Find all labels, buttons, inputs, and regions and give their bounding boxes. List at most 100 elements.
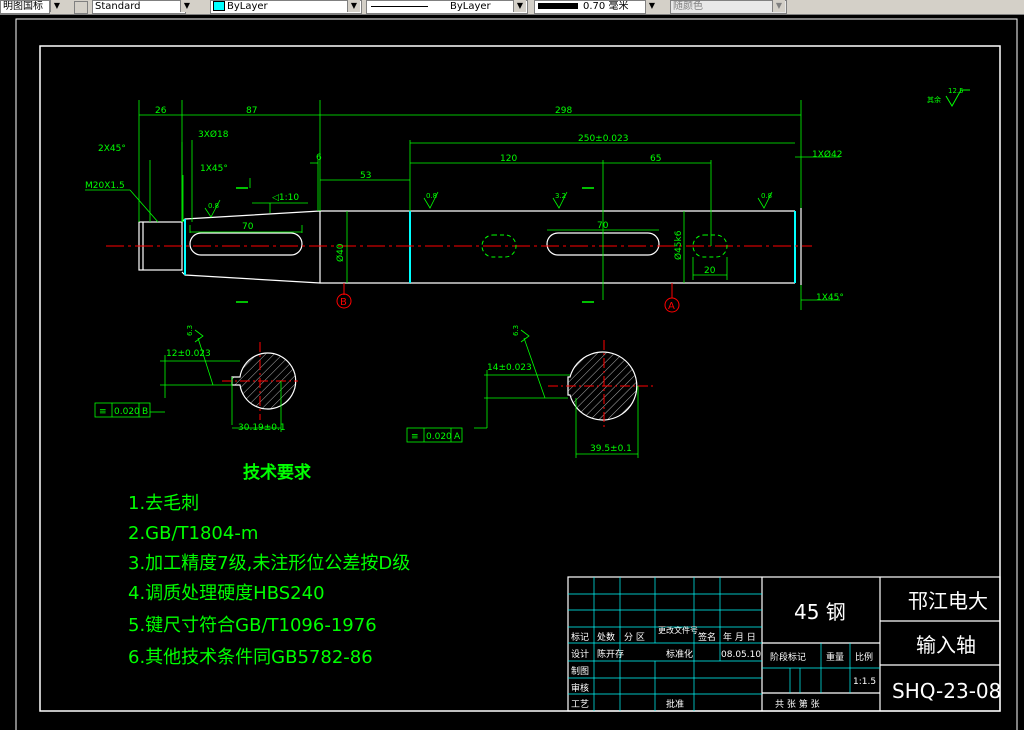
roughness-symbols	[194, 191, 773, 343]
dim-250: 250±0.023	[578, 134, 628, 144]
dim-chamfer-1x45-left: 1X45°	[200, 164, 228, 174]
properties-toolbar: 明图国标 ▼ Standard ▼ ByLayer ▼ ByLayer ▼ 0.…	[0, 0, 1024, 15]
dim-chamfer-1x45-right: 1X45°	[816, 293, 844, 303]
global-roughness: 其余 12.5	[927, 87, 970, 107]
dim-key-right-w: 14±0.023	[487, 363, 532, 373]
chevron-down-icon[interactable]: ▼	[347, 0, 360, 12]
section-view-a: 14±0.023 39.5±0.1 ≡ 0.020 A	[406, 337, 655, 458]
dim-6: 6	[316, 153, 322, 163]
tb-header: 标记	[571, 631, 589, 643]
drawing-canvas[interactable]: 其余 12.5 26 87 298 250±0.023 120 65 53 6 …	[0, 14, 1024, 730]
symmetry-icon: ≡	[99, 407, 107, 417]
dim-groove: 3XØ18	[198, 129, 229, 140]
roughness-global-value: 12.5	[948, 87, 964, 95]
tb-designer: 陈开存	[597, 648, 624, 660]
plotstyle-value: 随颜色	[673, 1, 703, 12]
tb-scale: 比例	[855, 651, 873, 663]
dim-70-left: 70	[242, 222, 254, 232]
tb-review: 审核	[571, 682, 589, 694]
dim-53: 53	[360, 171, 371, 181]
tb-header: 分 区	[624, 632, 645, 643]
ra-value: 3.2	[555, 192, 566, 200]
lineweight-select[interactable]: 0.70 毫米	[534, 0, 646, 14]
dim-298: 298	[555, 106, 572, 116]
dim-key-right-depth: 39.5±0.1	[590, 444, 632, 454]
tb-weight: 重量	[826, 651, 844, 663]
dim-120: 120	[500, 154, 517, 164]
tb-part-name: 输入轴	[916, 633, 976, 657]
dimension-texts: 26 87 298 250±0.023 120 65 53 6 2X45° M2…	[85, 106, 844, 303]
tb-standardize: 标准化	[666, 648, 693, 660]
textstyle-select[interactable]: Standard	[92, 0, 186, 14]
roughness-prefix: 其余	[927, 95, 941, 104]
tolerance-right-value: 0.020	[426, 432, 452, 442]
ra-value: 6.3	[512, 325, 520, 336]
dim-key-left-depth: 30.19±0.1	[238, 423, 286, 433]
tb-stage-mark: 阶段标记	[770, 651, 806, 663]
section-marker-a: A	[664, 283, 680, 313]
tb-approve: 批准	[666, 698, 684, 710]
tb-process: 工艺	[571, 699, 589, 710]
chevron-down-icon[interactable]: ▼	[50, 0, 63, 12]
tb-header: 更改文件号	[658, 625, 698, 635]
dim-26: 26	[155, 106, 167, 116]
section-view-b: 12±0.023 30.19±0.1 ≡ 0.020 B	[94, 337, 298, 433]
tech-item: 6.其他技术条件同GB5782-86	[128, 647, 373, 668]
lineweight-value: 0.70 毫米	[583, 1, 629, 12]
ra-value: 0.8	[761, 192, 772, 200]
dim-70-right: 70	[597, 221, 609, 231]
chevron-down-icon[interactable]: ▼	[772, 0, 785, 12]
dim-dia42: 1XØ42	[812, 149, 842, 160]
tech-item: 1.去毛刺	[128, 493, 199, 514]
tb-date: 08.05.10	[721, 650, 761, 660]
title-block: 标记 处数 分 区 更改文件号 签名 年 月 日 设计 陈开存 标准化 08.0…	[567, 576, 1001, 712]
plotstyle-select[interactable]: 随颜色	[670, 0, 787, 14]
dim-87: 87	[246, 106, 257, 116]
dimstyle-select[interactable]: 明图国标	[0, 0, 50, 14]
tb-scale-value: 1:1.5	[853, 677, 876, 687]
tb-header: 签名	[698, 631, 716, 643]
section-label-b: B	[340, 297, 347, 308]
ra-value: 6.3	[186, 325, 194, 336]
chevron-down-icon[interactable]: ▼	[645, 0, 658, 12]
color-swatch-icon	[213, 1, 225, 11]
tolerance-left-value: 0.020	[114, 407, 140, 417]
tb-drawn: 制图	[571, 665, 589, 677]
layer-color-value: ByLayer	[227, 1, 268, 12]
ra-value: 0.8	[208, 202, 219, 210]
tb-drawing-no: SHQ-23-08	[892, 679, 1001, 703]
linetype-sample-icon	[371, 5, 428, 7]
tb-material: 45 钢	[794, 600, 846, 624]
tb-school: 邗江电大	[908, 589, 988, 613]
tech-item: 2.GB/T1804-m	[128, 523, 258, 544]
symmetry-icon: ≡	[411, 432, 419, 442]
layer-color-select[interactable]: ByLayer	[210, 0, 362, 14]
tolerance-right-ref: A	[454, 432, 461, 442]
inner-frame	[39, 45, 1001, 712]
ra-value: 0.8	[426, 192, 437, 200]
dim-65: 65	[650, 154, 661, 164]
textstyle-value: Standard	[95, 1, 141, 12]
dim-taper: ◁1:10	[272, 193, 299, 203]
dimstyle-value: 明图国标	[3, 1, 43, 12]
section-marker-b: B	[336, 283, 352, 309]
tech-requirements: 技术要求 1.去毛刺 2.GB/T1804-m 3.加工精度7级,未注形位公差按…	[128, 462, 410, 668]
dim-dia45: Ø45k6	[673, 230, 684, 260]
dimstyle-icon[interactable]	[74, 1, 88, 14]
tech-title: 技术要求	[243, 462, 311, 483]
dim-chamfer-left: 2X45°	[98, 144, 126, 154]
linetype-select[interactable]: ByLayer	[366, 0, 528, 14]
tb-header: 处数	[597, 631, 615, 643]
dim-key-left-w: 12±0.023	[166, 349, 211, 359]
tolerance-left-ref: B	[142, 407, 148, 417]
tb-sheets: 共 张 第 张	[775, 698, 820, 710]
tb-design: 设计	[571, 648, 589, 660]
tech-item: 5.键尺寸符合GB/T1096-1976	[128, 615, 377, 636]
section-label-a: A	[668, 301, 675, 312]
dim-20: 20	[704, 266, 716, 276]
chevron-down-icon[interactable]: ▼	[513, 0, 526, 12]
chevron-down-icon[interactable]: ▼	[180, 0, 193, 12]
lineweight-sample-icon	[538, 3, 578, 9]
dim-thread: M20X1.5	[85, 181, 125, 191]
dim-dia40: Ø40	[335, 243, 346, 262]
